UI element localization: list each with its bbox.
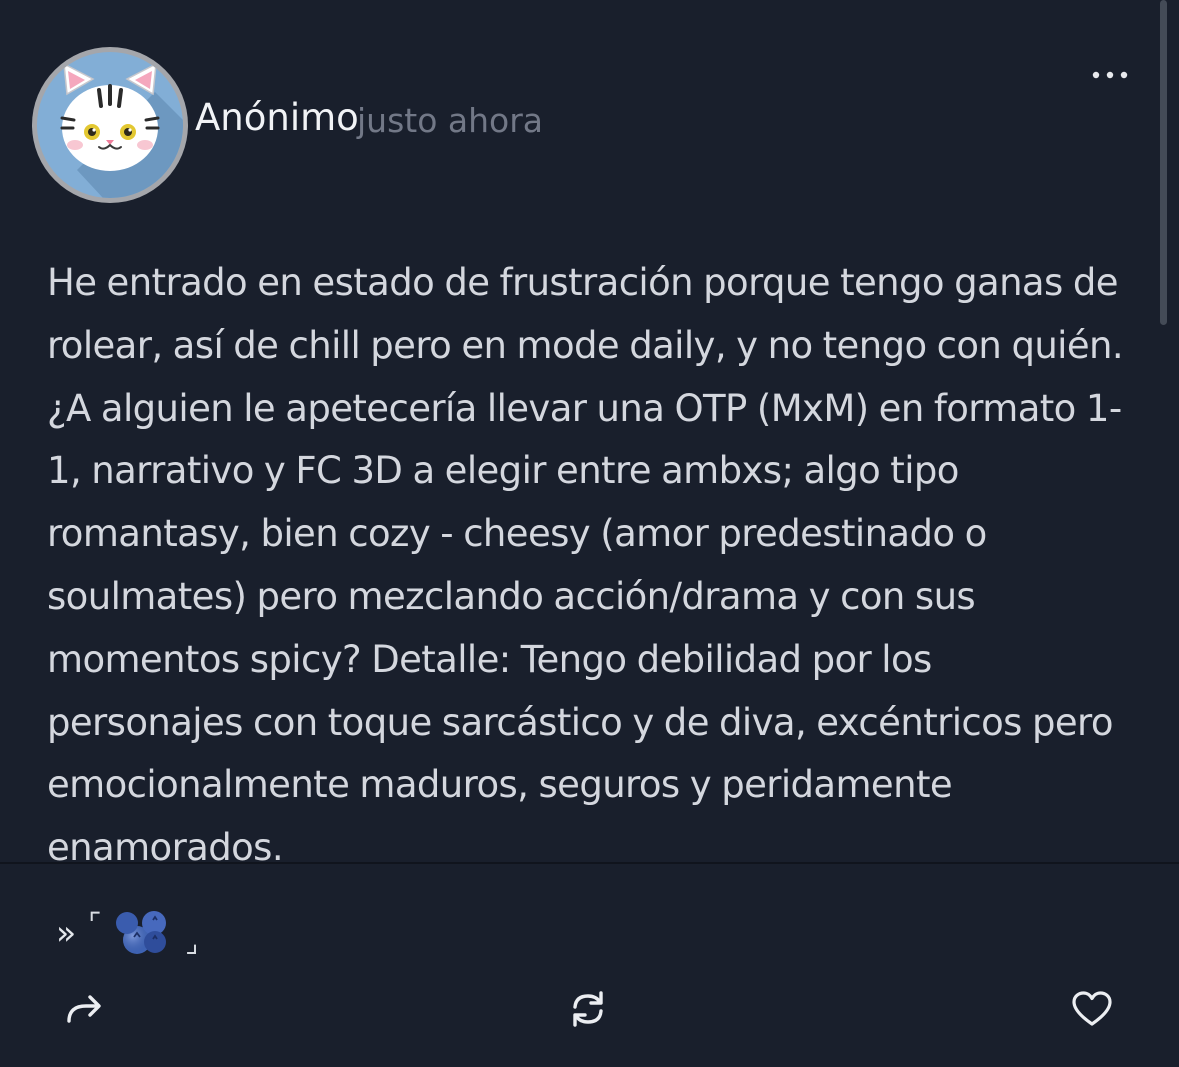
post-body: He entrado en estado de frustración porq… [47,261,1124,870]
cat-avatar-icon [37,52,183,198]
reblog-icon [573,991,603,1027]
post-card: Anónimo justo ahora He entrado en estado… [0,0,1179,1067]
more-dots-icon [1092,71,1128,79]
chevron-right-icon: » [56,912,77,952]
scrollbar[interactable] [1160,0,1167,325]
divider [0,862,1179,864]
share-button[interactable] [61,986,107,1032]
blueberries-icon [115,903,171,961]
avatar[interactable] [32,47,188,203]
reblog-button[interactable] [565,986,611,1032]
more-options-button[interactable] [1087,58,1133,92]
tag-open-bracket: ⌜ [88,907,102,940]
post-tag[interactable]: » ⌜ ⌟ [56,902,198,962]
post-timestamp: justo ahora [357,101,544,140]
heart-icon [1072,991,1112,1026]
like-button[interactable] [1069,986,1115,1032]
share-arrow-icon [67,995,101,1023]
tag-close-bracket: ⌟ [185,926,199,959]
author-name[interactable]: Anónimo [195,96,359,139]
